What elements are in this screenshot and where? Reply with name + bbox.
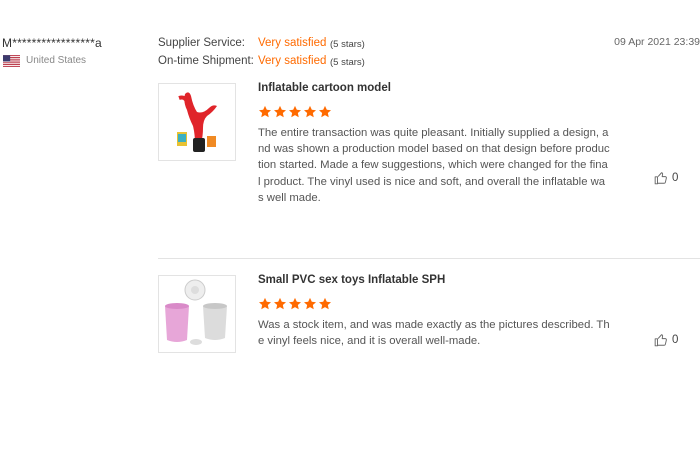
- us-flag-icon: [3, 55, 20, 67]
- like-button[interactable]: 0: [654, 171, 678, 185]
- star-icon: [273, 105, 287, 118]
- product-title[interactable]: Small PVC sex toys Inflatable SPH: [258, 274, 445, 286]
- review-divider: [158, 258, 700, 259]
- shipment-label: On-time Shipment:: [158, 55, 254, 67]
- shipment-stars: (5 stars): [330, 56, 365, 68]
- pvc-toys-image: [159, 276, 235, 352]
- product-thumbnail-pvc-toys[interactable]: [158, 275, 236, 353]
- star-icon: [273, 297, 287, 310]
- inflatable-cartoon-image: [159, 84, 235, 160]
- supplier-service-stars: (5 stars): [330, 38, 365, 50]
- review-text: Was a stock item, and was made exactly a…: [258, 319, 610, 348]
- product-star-rating: [258, 105, 332, 119]
- star-icon: [318, 297, 332, 310]
- supplier-service-value: Very satisfied: [258, 37, 327, 49]
- review-text: The entire transaction was quite pleasan…: [258, 127, 610, 204]
- product-title[interactable]: Inflatable cartoon model: [258, 82, 391, 94]
- like-count: 0: [672, 172, 679, 184]
- star-icon: [258, 105, 272, 118]
- thumbs-up-icon: [654, 172, 667, 185]
- thumbs-up-icon: [654, 334, 667, 347]
- supplier-service-label: Supplier Service:: [158, 37, 245, 49]
- like-count: 0: [672, 334, 679, 346]
- reviewer-country: United States: [26, 55, 87, 66]
- star-icon: [318, 105, 332, 118]
- product-thumbnail-inflatable-cartoon[interactable]: [158, 83, 236, 161]
- star-icon: [303, 297, 317, 310]
- star-icon: [288, 105, 302, 118]
- star-icon: [303, 105, 317, 118]
- shipment-value: Very satisfied: [258, 55, 327, 67]
- star-icon: [288, 297, 302, 310]
- reviewer-name: M*****************a: [2, 36, 102, 50]
- star-icon: [258, 297, 272, 310]
- review-date: 09 Apr 2021 23:39: [614, 36, 700, 48]
- like-button[interactable]: 0: [654, 333, 678, 347]
- product-star-rating: [258, 297, 332, 311]
